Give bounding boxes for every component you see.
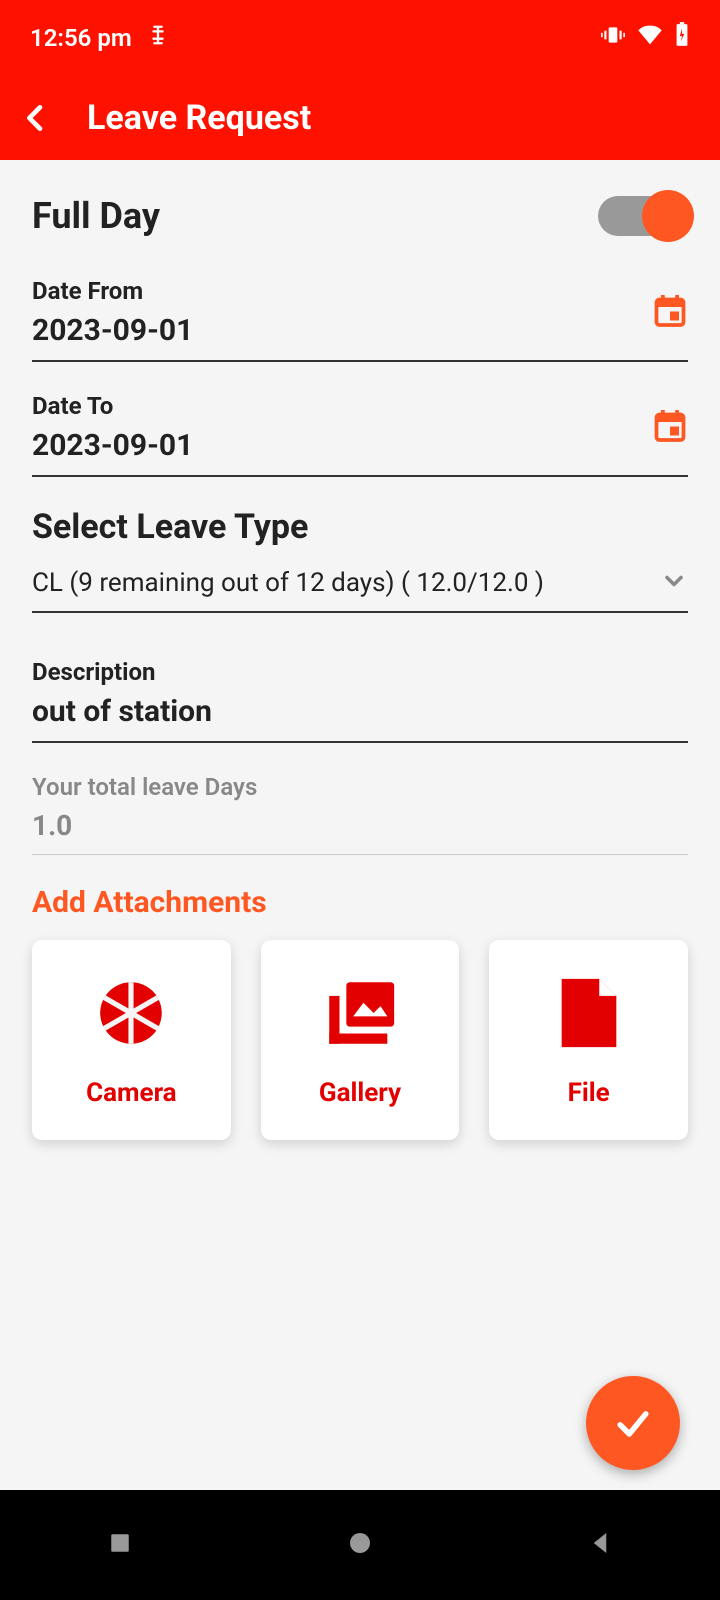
- date-from-label: Date From: [32, 277, 688, 305]
- camera-icon: [90, 972, 172, 1058]
- description-label: Description: [32, 658, 688, 686]
- navigation-bar: [0, 1490, 720, 1600]
- file-label: File: [568, 1078, 610, 1108]
- back-button[interactable]: [20, 97, 52, 139]
- date-to-label: Date To: [32, 392, 688, 420]
- leave-type-value: CL (9 remaining out of 12 days) ( 12.0/1…: [32, 568, 544, 598]
- attachments-title: Add Attachments: [32, 885, 688, 920]
- nav-home-button[interactable]: [345, 1528, 375, 1562]
- date-to-field[interactable]: Date To 2023-09-01: [32, 392, 688, 477]
- full-day-toggle[interactable]: [598, 196, 688, 236]
- total-days-label: Your total leave Days: [32, 773, 688, 801]
- gallery-attachment-button[interactable]: Gallery: [261, 940, 460, 1140]
- nav-recent-button[interactable]: [105, 1528, 135, 1562]
- status-time: 12:56 pm: [30, 24, 132, 52]
- total-days-field: Your total leave Days 1.0: [32, 773, 688, 855]
- app-bar: Leave Request: [0, 75, 720, 160]
- date-to-value: 2023-09-01: [32, 428, 688, 463]
- leave-type-dropdown[interactable]: CL (9 remaining out of 12 days) ( 12.0/1…: [32, 567, 688, 613]
- gallery-label: Gallery: [319, 1078, 401, 1108]
- date-from-value: 2023-09-01: [32, 313, 688, 348]
- sync-icon: [147, 24, 169, 52]
- battery-icon: [674, 22, 690, 54]
- chevron-down-icon: [660, 567, 688, 599]
- camera-label: Camera: [86, 1078, 177, 1108]
- wifi-icon: [636, 21, 664, 55]
- page-title: Leave Request: [87, 98, 311, 138]
- vibrate-icon: [600, 22, 626, 54]
- nav-back-button[interactable]: [585, 1528, 615, 1562]
- gallery-icon: [319, 972, 401, 1058]
- camera-attachment-button[interactable]: Camera: [32, 940, 231, 1140]
- submit-button[interactable]: [586, 1376, 680, 1470]
- file-attachment-button[interactable]: File: [489, 940, 688, 1140]
- date-from-field[interactable]: Date From 2023-09-01: [32, 277, 688, 362]
- file-icon: [553, 972, 625, 1058]
- leave-type-title: Select Leave Type: [32, 507, 688, 547]
- calendar-icon[interactable]: [652, 407, 688, 447]
- total-days-value: 1.0: [32, 809, 688, 842]
- description-value: out of station: [32, 694, 688, 729]
- full-day-label: Full Day: [32, 195, 160, 237]
- description-field[interactable]: Description out of station: [32, 658, 688, 743]
- status-bar: 12:56 pm: [0, 0, 720, 75]
- calendar-icon[interactable]: [652, 292, 688, 332]
